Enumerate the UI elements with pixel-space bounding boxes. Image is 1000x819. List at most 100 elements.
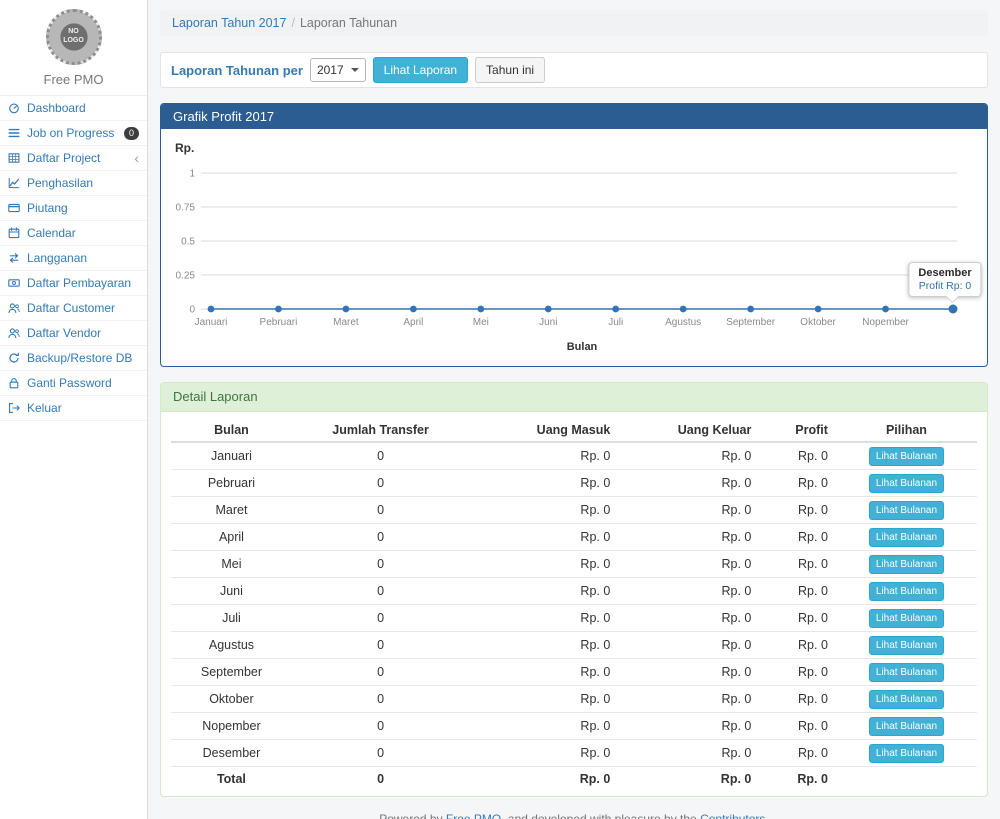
tooltip-value: Profit Rp: 0 <box>918 280 971 292</box>
money-icon <box>8 277 22 289</box>
table-row-maret: Maret0Rp. 0Rp. 0Rp. 0Lihat Bulanan <box>171 497 977 524</box>
lihat-bulanan-button[interactable]: Lihat Bulanan <box>869 609 944 628</box>
table-row-mei: Mei0Rp. 0Rp. 0Rp. 0Lihat Bulanan <box>171 551 977 578</box>
sidebar-item-daftar-pembayaran[interactable]: Daftar Pembayaran <box>0 271 147 296</box>
cell-transfer: 0 <box>292 740 469 767</box>
table-row-pebruari: Pebruari0Rp. 0Rp. 0Rp. 0Lihat Bulanan <box>171 470 977 497</box>
credit-card-icon <box>8 202 22 214</box>
total-cell-profit: Rp. 0 <box>759 767 836 791</box>
cell-masuk: Rp. 0 <box>469 740 618 767</box>
lihat-bulanan-button[interactable]: Lihat Bulanan <box>869 447 944 466</box>
detail-laporan-panel: Detail Laporan BulanJumlah TransferUang … <box>160 382 988 797</box>
cell-masuk: Rp. 0 <box>469 551 618 578</box>
cell-bulan: April <box>171 524 292 551</box>
breadcrumb-separator: / <box>291 16 294 30</box>
footer: Powered by Free PMO, and developed with … <box>160 812 988 819</box>
cell-keluar: Rp. 0 <box>618 605 759 632</box>
sidebar-item-job-on-progress[interactable]: Job on Progress0 <box>0 121 147 146</box>
svg-text:April: April <box>403 317 423 328</box>
tahun-ini-button[interactable]: Tahun ini <box>475 57 545 83</box>
cell-bulan: Juni <box>171 578 292 605</box>
cell-profit: Rp. 0 <box>759 686 836 713</box>
sidebar-item-daftar-project[interactable]: Daftar Project‹ <box>0 146 147 171</box>
footer-link-contributors[interactable]: Contributors <box>700 812 765 819</box>
svg-text:1: 1 <box>189 169 195 180</box>
cell-transfer: 0 <box>292 524 469 551</box>
lihat-laporan-button[interactable]: Lihat Laporan <box>373 57 468 83</box>
cell-keluar: Rp. 0 <box>618 497 759 524</box>
svg-text:0.5: 0.5 <box>181 237 195 248</box>
sign-out-icon <box>8 402 22 414</box>
sidebar-item-daftar-customer[interactable]: Daftar Customer <box>0 296 147 321</box>
cell-masuk: Rp. 0 <box>469 524 618 551</box>
sidebar-item-piutang[interactable]: Piutang <box>0 196 147 221</box>
cell-profit: Rp. 0 <box>759 578 836 605</box>
table-row-agustus: Agustus0Rp. 0Rp. 0Rp. 0Lihat Bulanan <box>171 632 977 659</box>
filter-label: Laporan Tahunan per <box>171 63 303 78</box>
sidebar-item-label: Job on Progress <box>27 126 119 140</box>
lihat-bulanan-button[interactable]: Lihat Bulanan <box>869 744 944 763</box>
svg-text:Oktober: Oktober <box>800 317 836 328</box>
svg-text:Bulan: Bulan <box>567 341 598 353</box>
svg-text:0: 0 <box>189 305 195 316</box>
cell-bulan: Nopember <box>171 713 292 740</box>
sidebar-item-label: Langganan <box>27 251 139 265</box>
column-header-profit: Profit <box>759 418 836 442</box>
profit-line-chart[interactable]: Rp.00.250.50.751JanuariPebruariMaretApri… <box>165 131 985 361</box>
sidebar-item-daftar-vendor[interactable]: Daftar Vendor <box>0 321 147 346</box>
calendar-icon <box>8 227 22 239</box>
sidebar-item-keluar[interactable]: Keluar <box>0 396 147 421</box>
cell-masuk: Rp. 0 <box>469 632 618 659</box>
detail-table-wrap: BulanJumlah TransferUang MasukUang Kelua… <box>161 412 987 796</box>
footer-link-free-pmo[interactable]: Free PMO <box>446 812 501 819</box>
sidebar-item-backup-restore-db[interactable]: Backup/Restore DB <box>0 346 147 371</box>
cell-transfer: 0 <box>292 442 469 470</box>
lihat-bulanan-button[interactable]: Lihat Bulanan <box>869 474 944 493</box>
lihat-bulanan-button[interactable]: Lihat Bulanan <box>869 555 944 574</box>
svg-text:Rp.: Rp. <box>175 141 194 155</box>
svg-text:0.75: 0.75 <box>176 203 196 214</box>
svg-text:Mei: Mei <box>473 317 489 328</box>
lihat-bulanan-button[interactable]: Lihat Bulanan <box>869 582 944 601</box>
main-content: Laporan Tahun 2017 / Laporan Tahunan Lapor… <box>148 0 1000 819</box>
cell-keluar: Rp. 0 <box>618 470 759 497</box>
lihat-bulanan-button[interactable]: Lihat Bulanan <box>869 528 944 547</box>
cell-profit: Rp. 0 <box>759 442 836 470</box>
cell-masuk: Rp. 0 <box>469 442 618 470</box>
year-select-value: 2017 <box>317 63 344 77</box>
table-header-row: BulanJumlah TransferUang MasukUang Kelua… <box>171 418 977 442</box>
cell-profit: Rp. 0 <box>759 713 836 740</box>
cell-masuk: Rp. 0 <box>469 470 618 497</box>
report-filter-bar: Laporan Tahunan per 2017 Lihat Laporan T… <box>160 52 988 88</box>
cell-masuk: Rp. 0 <box>469 686 618 713</box>
lihat-bulanan-button[interactable]: Lihat Bulanan <box>869 501 944 520</box>
sidebar-item-label: Backup/Restore DB <box>27 351 139 365</box>
cell-keluar: Rp. 0 <box>618 551 759 578</box>
cell-masuk: Rp. 0 <box>469 497 618 524</box>
lihat-bulanan-button[interactable]: Lihat Bulanan <box>869 717 944 736</box>
lihat-bulanan-button[interactable]: Lihat Bulanan <box>869 663 944 682</box>
table-row-desember: Desember0Rp. 0Rp. 0Rp. 0Lihat Bulanan <box>171 740 977 767</box>
table-row-juni: Juni0Rp. 0Rp. 0Rp. 0Lihat Bulanan <box>171 578 977 605</box>
tasks-icon <box>8 127 22 139</box>
breadcrumb-current: Laporan Tahunan <box>300 16 397 30</box>
lihat-bulanan-button[interactable]: Lihat Bulanan <box>869 690 944 709</box>
total-cell-transfer: 0 <box>292 767 469 791</box>
sidebar-item-langganan[interactable]: Langganan <box>0 246 147 271</box>
chart-tooltip: Desember Profit Rp: 0 <box>908 262 981 297</box>
table-row-september: September0Rp. 0Rp. 0Rp. 0Lihat Bulanan <box>171 659 977 686</box>
sidebar-item-label: Daftar Project <box>27 151 129 165</box>
cell-profit: Rp. 0 <box>759 740 836 767</box>
cell-profit: Rp. 0 <box>759 659 836 686</box>
cell-bulan: Juli <box>171 605 292 632</box>
column-header-jumlah-transfer: Jumlah Transfer <box>292 418 469 442</box>
cell-transfer: 0 <box>292 605 469 632</box>
year-select[interactable]: 2017 <box>310 58 366 82</box>
sidebar-item-dashboard[interactable]: Dashboard <box>0 96 147 121</box>
sidebar-item-calendar[interactable]: Calendar <box>0 221 147 246</box>
sidebar-item-penghasilan[interactable]: Penghasilan <box>0 171 147 196</box>
breadcrumb-link-laporan-tahun[interactable]: Laporan Tahun 2017 <box>172 16 286 30</box>
lihat-bulanan-button[interactable]: Lihat Bulanan <box>869 636 944 655</box>
sidebar-item-ganti-password[interactable]: Ganti Password <box>0 371 147 396</box>
svg-text:Pebruari: Pebruari <box>260 317 298 328</box>
